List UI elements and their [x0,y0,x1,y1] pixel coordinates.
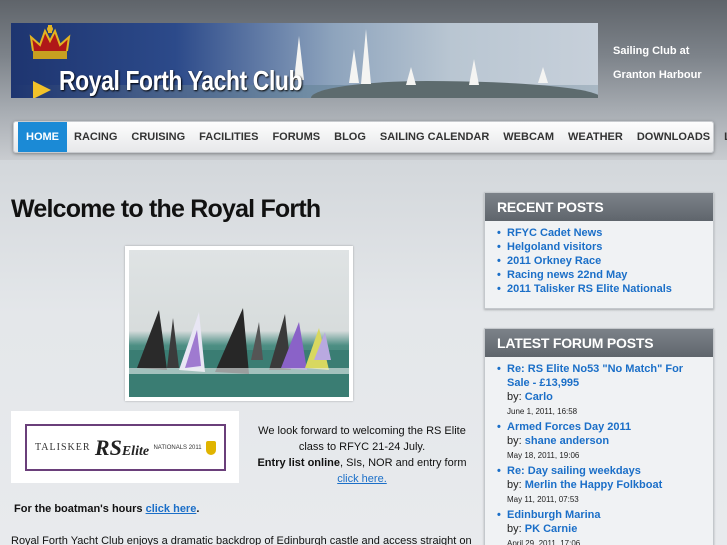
nav-downloads[interactable]: DOWNLOADS [630,122,717,152]
forum-post-title-cont[interactable]: Sale - £13,995 [507,376,705,390]
site-tagline: Sailing Club at Granton Harbour [613,39,723,87]
bullet-icon: • [497,255,501,267]
nav-links[interactable]: LINKS [717,122,727,152]
forum-post-item: • Edinburgh Marina by: PK Carnie April 2… [497,508,705,545]
recent-post-item[interactable]: • 2011 Talisker RS Elite Nationals [497,282,705,296]
forum-post-title[interactable]: Edinburgh Marina [507,508,705,522]
bullet-icon: • [497,421,501,433]
recent-post-title: RFYC Cadet News [507,227,603,239]
tagline-line-1: Sailing Club at [613,45,690,57]
nav-racing[interactable]: RACING [67,122,124,152]
elite-mark: Elite [121,443,150,459]
recent-post-title: 2011 Orkney Race [507,255,602,267]
bullet-icon: • [497,241,501,253]
recent-post-title: Helgoland visitors [507,241,603,253]
regatta-photo[interactable] [125,246,353,401]
bullet-icon: • [497,269,501,281]
recent-post-item[interactable]: • Helgoland visitors [497,240,705,254]
recent-posts-heading: RECENT POSTS [485,193,713,221]
talisker-text: TALISKER [35,442,91,453]
recent-post-item[interactable]: • Racing news 22nd May [497,268,705,282]
recent-posts-list: • RFYC Cadet News • Helgoland visitors • 20… [485,221,713,296]
entry-rest: , SIs, NOR and entry form [339,457,467,469]
rs-mark: RS [94,434,122,460]
forum-post-title[interactable]: Armed Forces Day 2011 [507,420,705,434]
tagline-line-2: Granton Harbour [613,69,702,81]
recent-post-item[interactable]: • RFYC Cadet News [497,226,705,240]
by-label: by: [507,479,522,491]
regatta-photo-image [129,250,349,397]
entry-line: Entry list online, SIs, NOR and entry fo… [250,455,474,471]
nav-facilities[interactable]: FACILITIES [192,122,265,152]
recent-post-title: 2011 Talisker RS Elite Nationals [507,283,672,295]
forum-post-item: • Re: Day sailing weekdays by: Merlin th… [497,464,705,508]
bullet-icon: • [497,283,501,295]
boatman-hours: For the boatman's hours click here. [14,503,199,515]
welcome-line-1: We look forward to welcoming the RS Elit… [258,425,466,437]
forum-post-date: May 11, 2011, 07:53 [507,495,579,504]
boatman-label: For the boatman's hours [14,503,146,515]
forum-post-title[interactable]: Re: Day sailing weekdays [507,464,705,478]
nav-weather[interactable]: WEATHER [561,122,630,152]
bullet-icon: • [497,363,501,375]
nav-blog[interactable]: BLOG [327,122,373,152]
crest-icon [206,440,216,455]
nav-forums[interactable]: FORUMS [265,122,327,152]
recent-posts-widget: RECENT POSTS • RFYC Cadet News • Helgoland… [484,192,714,309]
bullet-icon: • [497,465,501,477]
rs-elite-logo-inner: TALISKER RSElite NATIONALS 2011 [25,424,226,471]
forum-post-author[interactable]: Carlo [525,391,553,403]
nav-home[interactable]: HOME [18,122,67,152]
chevron-logo-icon [33,81,51,98]
page-title: Welcome to the Royal Forth [11,195,321,223]
forum-posts-widget: LATEST FORUM POSTS • Re: RS Elite No53 "… [484,328,714,545]
forum-post-author[interactable]: shane anderson [525,435,609,447]
nav-cruising[interactable]: CRUISING [124,122,192,152]
main-nav: HOME RACING CRUISING FACILITIES FORUMS B… [13,121,727,153]
welcome-line-2: class to RFYC 21-24 July. [298,441,426,453]
boatman-period: . [196,503,200,515]
site-title[interactable]: Royal Forth Yacht Club [59,65,303,97]
forum-post-item: • Armed Forces Day 2011 by: shane anders… [497,420,705,464]
forum-posts-heading: LATEST FORUM POSTS [485,329,713,357]
by-label: by: [507,391,522,403]
recent-post-item[interactable]: • 2011 Orkney Race [497,254,705,268]
nationals-text: NATIONALS 2011 [153,444,202,451]
forum-post-date: June 1, 2011, 16:58 [507,407,578,416]
forum-post-date: May 18, 2011, 19:06 [507,451,580,460]
rs-text: RSElite [95,435,149,461]
rs-elite-logo[interactable]: TALISKER RSElite NATIONALS 2011 [11,411,239,483]
banner-hills [311,81,598,98]
by-label: by: [507,435,522,447]
bullet-icon: • [497,227,501,239]
bullet-icon: • [497,509,501,521]
nav-sailing-calendar[interactable]: SAILING CALENDAR [373,122,496,152]
recent-post-title: Racing news 22nd May [507,269,628,281]
forum-post-date: April 29, 2011, 17:06 [507,539,581,545]
sailboat-icon [469,59,479,85]
sailboat-icon [538,67,548,83]
entry-list-label: Entry list online [257,457,340,469]
sailing-boats-image [129,308,349,397]
forum-post-title[interactable]: Re: RS Elite No53 "No Match" For [507,362,705,376]
site-banner[interactable]: Royal Forth Yacht Club [11,23,598,98]
nav-webcam[interactable]: WEBCAM [496,122,561,152]
forum-post-item: • Re: RS Elite No53 "No Match" For Sale … [497,362,705,420]
crown-icon [29,25,71,59]
sailboat-icon [349,49,359,83]
forum-post-author[interactable]: PK Carnie [525,523,578,535]
sailboat-icon [361,29,371,84]
by-label: by: [507,523,522,535]
boatman-hours-link[interactable]: click here [146,503,197,515]
intro-paragraph: Royal Forth Yacht Club enjoys a dramatic… [11,535,472,545]
welcome-text: We look forward to welcoming the RS Elit… [250,423,474,487]
sailboat-icon [406,67,416,85]
entry-form-link[interactable]: click here. [337,473,387,485]
forum-post-author[interactable]: Merlin the Happy Folkboat [525,479,663,491]
forum-posts-list: • Re: RS Elite No53 "No Match" For Sale … [485,357,713,545]
